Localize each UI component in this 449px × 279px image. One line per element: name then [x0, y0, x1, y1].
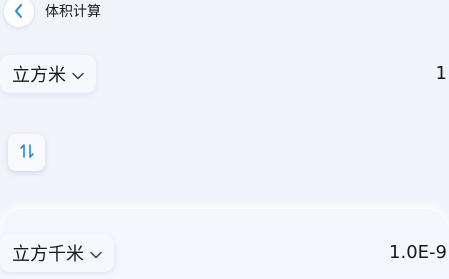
to-value: 1.0E-9 [389, 242, 447, 263]
to-unit-selector[interactable]: 立方千米 [0, 234, 114, 272]
chevron-left-icon [13, 3, 25, 22]
chevron-down-icon [72, 65, 84, 84]
from-unit-selector[interactable]: 立方米 [0, 55, 96, 93]
top-bar: 体积计算 [0, 0, 449, 27]
from-unit-label: 立方米 [12, 65, 66, 86]
back-button[interactable] [4, 0, 34, 27]
swap-units-button[interactable] [8, 134, 45, 171]
to-unit-label: 立方千米 [12, 244, 84, 265]
chevron-down-icon [90, 244, 102, 263]
from-value[interactable]: 1 [436, 63, 447, 84]
page-title: 体积计算 [45, 4, 101, 20]
swap-vertical-icon [19, 143, 35, 163]
